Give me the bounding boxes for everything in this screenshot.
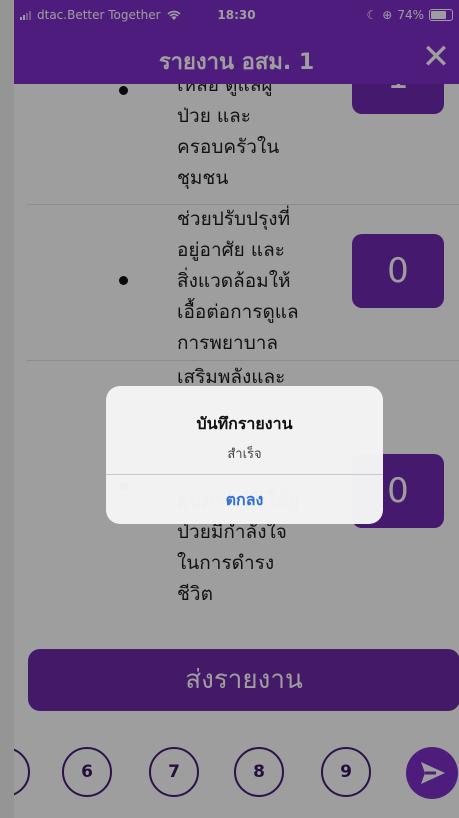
alert-dialog: บันทึกรายงาน สำเร็จ ตกลง <box>106 386 383 524</box>
alert-title: บันทึกรายงาน <box>196 414 293 433</box>
alert-ok-button[interactable]: ตกลง <box>106 475 383 524</box>
alert-message: สำเร็จ <box>227 447 262 462</box>
